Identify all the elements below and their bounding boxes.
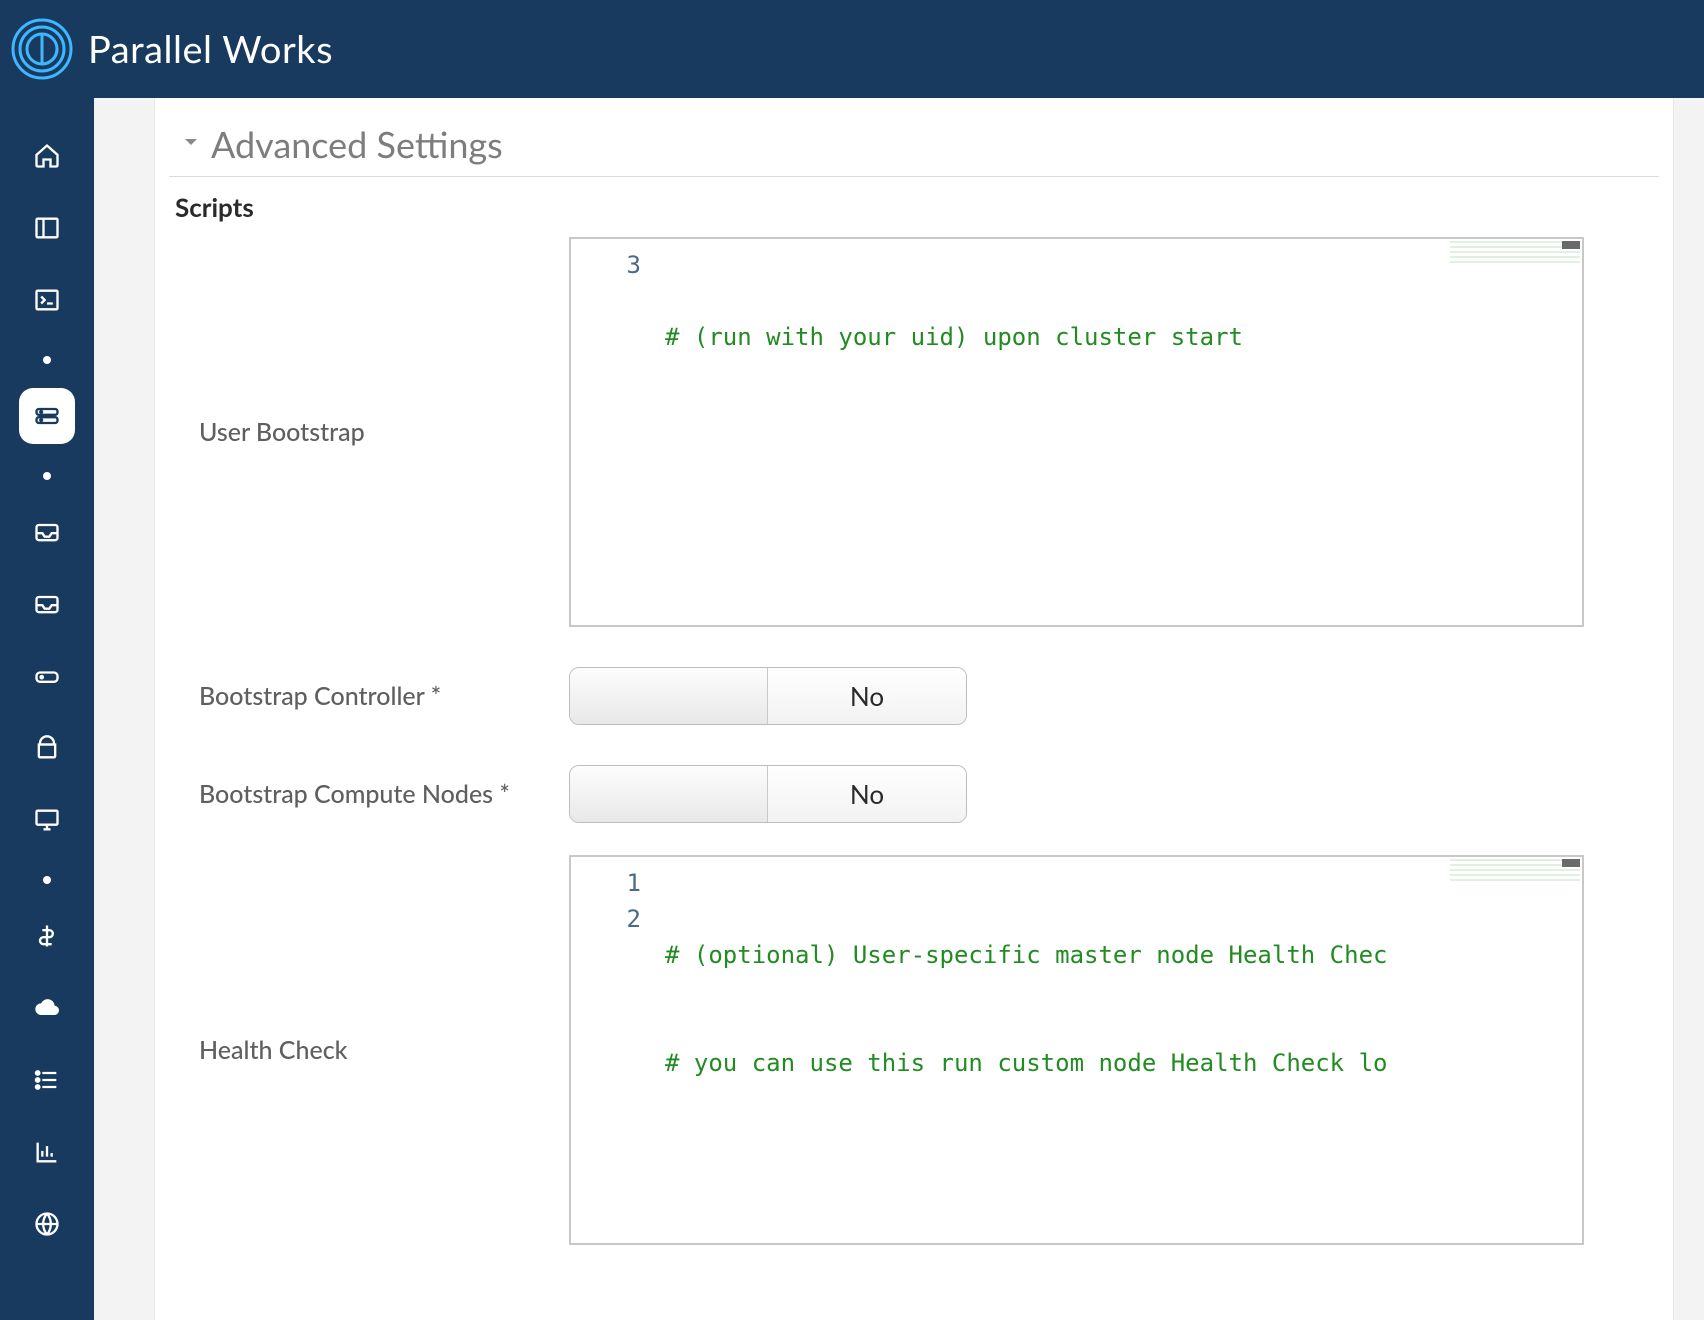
nav-archive[interactable] [19,576,75,632]
advanced-settings-title: Advanced Settings [211,122,503,166]
label-user-bootstrap: User Bootstrap [199,417,569,447]
row-health-check: Health Check 1 2 # (optional) User-speci… [169,855,1659,1253]
line-number: 2 [571,901,641,937]
toggle-knob[interactable] [570,668,768,724]
nav-globe[interactable] [19,1196,75,1252]
nav-disk[interactable] [19,648,75,704]
code-line: # (run with your uid) upon cluster start [665,319,1582,355]
code-line: # you can use this run custom node Healt… [665,1045,1582,1081]
nav-billing[interactable] [19,908,75,964]
side-nav [0,98,94,1320]
toggle-value: No [768,668,966,724]
row-bootstrap-compute: Bootstrap Compute Nodes * No [169,757,1659,831]
nav-divider [43,356,51,364]
nav-resources[interactable] [19,388,75,444]
editor-body[interactable]: # (run with your uid) upon cluster start [665,239,1582,625]
minimap-thumb[interactable] [1562,859,1580,867]
editor-gutter: 1 2 [571,857,655,1243]
label-bootstrap-compute: Bootstrap Compute Nodes * [199,779,569,809]
toggle-bootstrap-compute[interactable]: No [569,765,967,823]
toggle-value: No [768,766,966,822]
nav-monitor[interactable] [19,792,75,848]
line-number: 3 [571,247,641,283]
advanced-settings-toggle[interactable]: Advanced Settings [169,118,1659,177]
line-number: 1 [571,865,641,901]
brand-logo-icon [10,17,74,81]
nav-divider [43,472,51,480]
minimap-thumb[interactable] [1562,241,1580,249]
toggle-bootstrap-controller[interactable]: No [569,667,967,725]
nav-stats[interactable] [19,1124,75,1180]
brand-name: Parallel Works [88,26,333,72]
row-bootstrap-controller: Bootstrap Controller * No [169,659,1659,733]
row-user-bootstrap: User Bootstrap 3 # (run with your uid) u… [169,237,1659,635]
nav-home[interactable] [19,128,75,184]
editor-health-check[interactable]: 1 2 # (optional) User-specific master no… [569,855,1584,1245]
nav-inbox[interactable] [19,504,75,560]
app-header: Parallel Works [0,0,1704,98]
toggle-knob[interactable] [570,766,768,822]
label-health-check: Health Check [199,1035,569,1065]
nav-panel[interactable] [19,200,75,256]
settings-panel: Advanced Settings Scripts User Bootstrap… [154,98,1674,1320]
nav-list[interactable] [19,1052,75,1108]
chevron-down-icon [179,128,203,160]
nav-package[interactable] [19,720,75,776]
minimap[interactable] [1450,859,1580,881]
label-bootstrap-controller: Bootstrap Controller * [199,681,569,711]
nav-divider [43,876,51,884]
nav-cloud[interactable] [19,980,75,1036]
editor-gutter: 3 [571,239,655,625]
editor-body[interactable]: # (optional) User-specific master node H… [665,857,1582,1243]
section-scripts-title: Scripts [169,177,1659,237]
main-area: Advanced Settings Scripts User Bootstrap… [94,98,1704,1320]
editor-user-bootstrap[interactable]: 3 # (run with your uid) upon cluster sta… [569,237,1584,627]
minimap[interactable] [1450,241,1580,263]
code-line: # (optional) User-specific master node H… [665,937,1582,973]
brand-logo[interactable]: Parallel Works [10,17,333,81]
nav-terminal[interactable] [19,272,75,328]
